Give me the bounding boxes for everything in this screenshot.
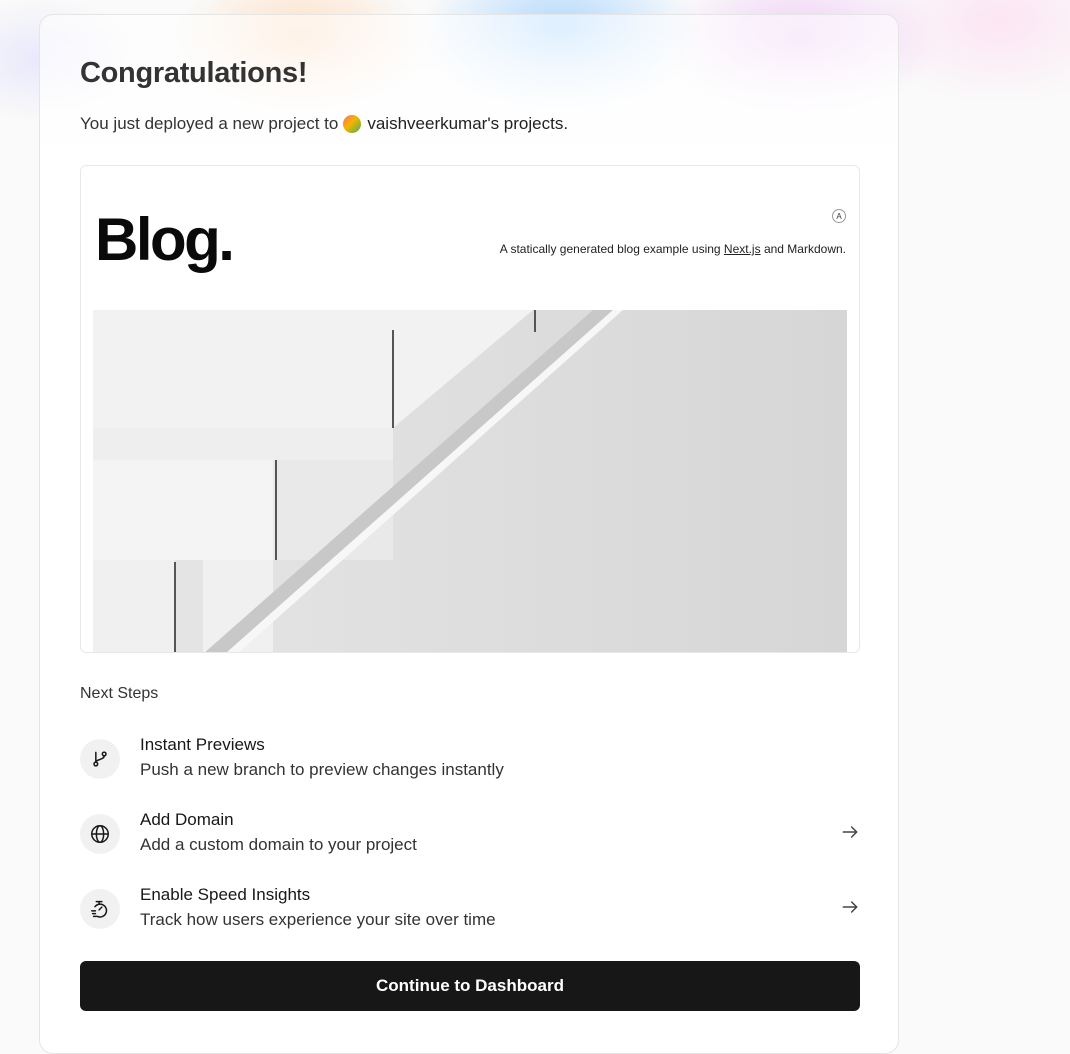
blog-description: A statically generated blog example usin… — [500, 242, 846, 256]
git-branch-icon — [80, 739, 120, 779]
subtitle-text: You just deployed a new project to — [80, 114, 339, 133]
step-description: Track how users experience your site ove… — [140, 910, 496, 929]
blog-description-suffix: and Markdown. — [760, 242, 846, 256]
step-speed-insights[interactable]: Enable Speed Insights Track how users ex… — [80, 885, 860, 937]
arrow-right-icon[interactable] — [840, 822, 860, 842]
deployment-preview[interactable]: Blog. A A statically generated blog exam… — [80, 165, 860, 653]
step-description: Add a custom domain to your project — [140, 835, 417, 854]
staircase-hero-image — [93, 310, 847, 652]
nextjs-link: Next.js — [723, 242, 761, 256]
globe-icon — [80, 814, 120, 854]
step-add-domain[interactable]: Add Domain Add a custom domain to your p… — [80, 810, 860, 862]
step-description: Push a new branch to preview changes ins… — [140, 760, 504, 779]
a-badge-icon: A — [832, 209, 846, 223]
deploy-subtitle: You just deployed a new project to vaish… — [80, 114, 568, 134]
speed-gauge-icon — [80, 889, 120, 929]
page-title: Congratulations! — [80, 57, 308, 89]
step-title: Enable Speed Insights — [140, 885, 311, 904]
next-steps-label: Next Steps — [80, 685, 159, 702]
step-instant-previews: Instant Previews Push a new branch to pr… — [80, 735, 860, 787]
team-avatar — [343, 115, 362, 133]
blog-description-prefix: A statically generated blog example usin… — [499, 242, 724, 256]
step-title: Instant Previews — [140, 735, 265, 754]
continue-to-dashboard-button[interactable]: Continue to Dashboard — [80, 961, 860, 1011]
arrow-right-icon[interactable] — [840, 897, 860, 917]
blog-logo: Blog. — [95, 206, 235, 273]
step-title: Add Domain — [140, 810, 234, 829]
deployment-success-card: Congratulations! You just deployed a new… — [39, 14, 899, 1054]
team-name-link[interactable]: vaishveerkumar's projects. — [367, 114, 568, 134]
